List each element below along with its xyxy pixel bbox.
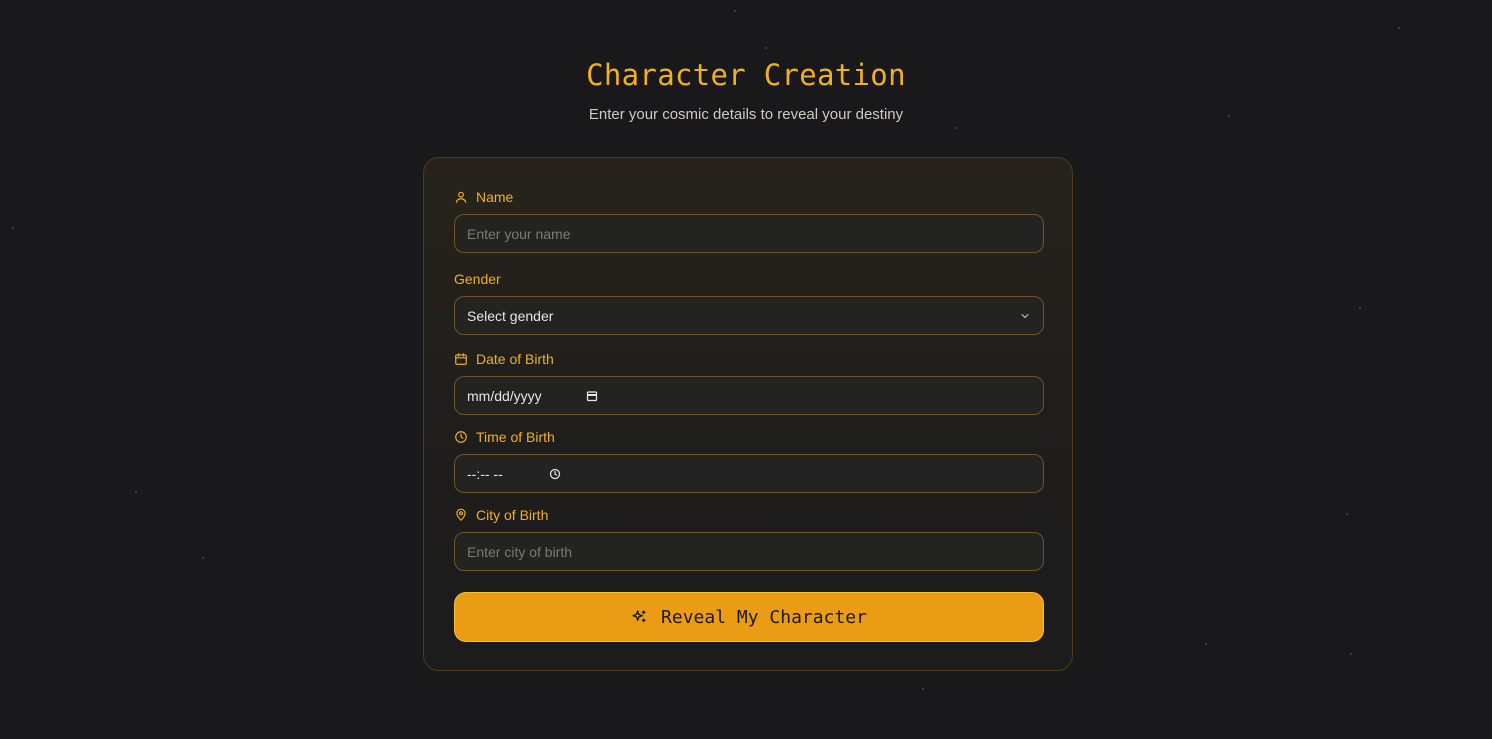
time-picker-icon[interactable] [549,468,561,480]
star-decoration [955,127,957,129]
star-decoration [765,47,767,49]
dob-label: Date of Birth [454,350,1044,368]
clock-icon [455,431,467,443]
character-form-card: Name Enter your name Gender Select gende… [423,157,1073,671]
dob-input-value: mm/dd/yyyy [467,387,542,404]
page-subtitle: Enter your cosmic details to reveal your… [588,106,904,123]
gender-label-text: Gender [454,271,501,287]
star-decoration [1350,653,1352,655]
star-decoration [1398,27,1400,29]
reveal-character-button[interactable]: Reveal My Character [454,592,1044,642]
city-field-group: City of Birth Enter city of birth [454,506,1044,571]
city-input[interactable]: Enter city of birth [454,532,1044,571]
chevron-down-icon [1021,313,1029,318]
gender-label: Gender [454,270,1044,288]
tob-input-value: --:-- -- [467,465,503,482]
star-decoration [202,557,204,559]
dob-label-text: Date of Birth [476,351,554,367]
city-label-text: City of Birth [476,507,549,523]
dob-field-group: Date of Birth mm/dd/yyyy [454,350,1044,415]
page-title: Character Creation [586,58,906,92]
tob-label: Time of Birth [454,428,1044,446]
map-pin-icon [456,508,466,521]
page: Character Creation Enter your cosmic det… [0,0,1492,739]
calendar-icon [455,353,467,365]
tob-label-text: Time of Birth [476,429,555,445]
gender-field-group: Gender Select gender [454,270,1044,335]
city-label: City of Birth [454,506,1044,524]
star-decoration [922,688,924,690]
tob-field-group: Time of Birth --:-- -- [454,428,1044,493]
name-input[interactable]: Enter your name [454,214,1044,253]
user-icon [455,191,467,203]
star-decoration [135,491,137,493]
gender-select-value: Select gender [467,307,554,324]
star-decoration [734,10,736,12]
dob-input[interactable]: mm/dd/yyyy [454,376,1044,415]
star-decoration [1205,643,1207,645]
gender-select[interactable]: Select gender [454,296,1044,335]
tob-input[interactable]: --:-- -- [454,454,1044,493]
star-decoration [1359,307,1361,309]
page-header: Character Creation Enter your cosmic det… [0,58,1492,123]
city-input-placeholder: Enter city of birth [467,543,573,560]
star-decoration [12,227,14,229]
name-label: Name [454,188,1044,206]
star-decoration [1346,513,1348,515]
name-label-text: Name [476,189,514,205]
calendar-picker-icon[interactable] [586,390,598,402]
sparkles-icon [632,610,646,623]
name-field-group: Name Enter your name [454,188,1044,253]
name-input-placeholder: Enter your name [467,225,571,242]
reveal-character-button-label: Reveal My Character [661,606,867,628]
